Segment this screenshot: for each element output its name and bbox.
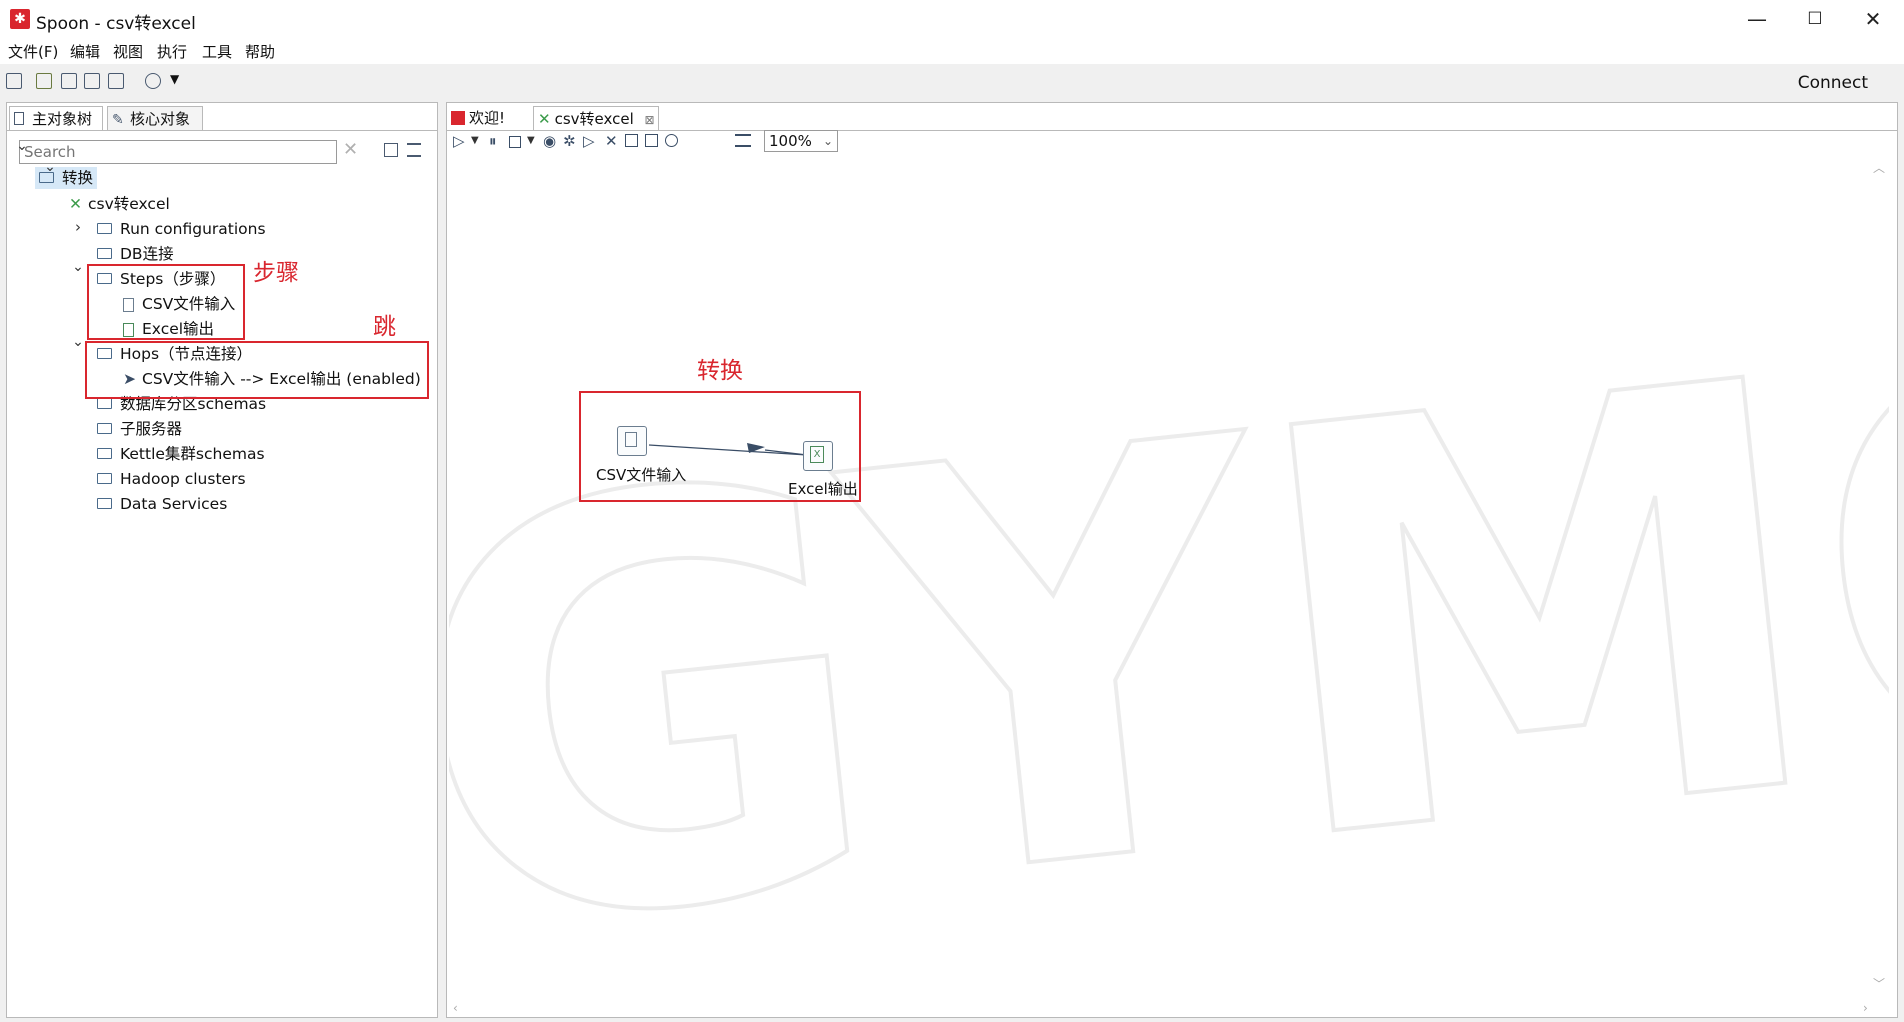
tree-label: 转换: [62, 169, 94, 187]
menu-bar: 文件(F) 编辑 视图 执行 工具 帮助: [0, 38, 1904, 64]
collapse-all-icon[interactable]: [407, 143, 421, 157]
transform-annotation-label: 转换: [697, 358, 743, 384]
steps-annotation-box: [87, 264, 245, 340]
transform-icon: ✕: [69, 195, 82, 213]
search-input[interactable]: [19, 140, 337, 164]
tab-welcome-label: 欢迎!: [469, 109, 506, 127]
expand-all-icon[interactable]: [384, 143, 398, 157]
document-icon: [14, 112, 24, 125]
hop-line-svg: [648, 443, 808, 456]
scroll-right-icon[interactable]: ›: [1863, 1001, 1868, 1015]
scroll-left-icon[interactable]: ‹: [453, 1001, 458, 1015]
tree-item-csv-to-excel[interactable]: ✕ csv转excel: [69, 193, 170, 215]
clear-search-icon[interactable]: ✕: [343, 139, 358, 160]
tab-welcome[interactable]: 欢迎!: [449, 106, 529, 130]
replay-icon[interactable]: ▷: [583, 132, 595, 150]
menu-file[interactable]: 文件(F): [8, 41, 58, 62]
run-icon[interactable]: ▷: [453, 132, 465, 150]
close-tab-icon[interactable]: ⊠: [645, 113, 655, 127]
save-icon[interactable]: [84, 73, 100, 89]
menu-help[interactable]: 帮助: [245, 41, 275, 62]
verify-icon[interactable]: ✕: [605, 132, 618, 150]
tab-core-objects[interactable]: ✎ 核心对象: [107, 106, 203, 130]
connect-button[interactable]: Connect: [1798, 73, 1868, 93]
steps-annotation-label: 步骤: [253, 260, 299, 286]
tab-main-tree[interactable]: 主对象树: [9, 106, 103, 130]
menu-tools[interactable]: 工具: [202, 41, 232, 62]
folder-icon: [97, 423, 112, 434]
explore-repository-icon[interactable]: [61, 73, 77, 89]
chevron-down-icon[interactable]: ⌄: [15, 138, 29, 154]
explore-db-icon[interactable]: [665, 134, 678, 147]
tab-active-label: csv转excel: [554, 110, 634, 128]
tree-item-run-configurations[interactable]: Run configurations: [97, 218, 266, 240]
show-results-icon[interactable]: [735, 134, 751, 147]
scroll-up-icon[interactable]: ︿: [1873, 159, 1885, 176]
spoon-icon: [451, 110, 465, 125]
tree-item-slave-servers[interactable]: 子服务器: [97, 418, 182, 440]
tree-item-cluster-schemas[interactable]: Kettle集群schemas: [97, 443, 265, 465]
new-file-icon[interactable]: [6, 73, 22, 89]
tree-label: Run configurations: [120, 220, 266, 238]
debug-icon[interactable]: ✲: [563, 132, 576, 150]
tab-core-objects-label: 核心对象: [130, 110, 191, 128]
maximize-button[interactable]: ☐: [1786, 0, 1844, 38]
folder-icon: [97, 223, 112, 234]
folder-icon: [97, 448, 112, 459]
scroll-down-icon[interactable]: ﹀: [1873, 975, 1885, 992]
stop-options-chevron-icon[interactable]: ▼: [527, 135, 535, 146]
menu-run[interactable]: 执行: [157, 41, 187, 62]
close-button[interactable]: ✕: [1844, 0, 1902, 38]
minimize-button[interactable]: —: [1728, 0, 1786, 38]
title-bar: ✱ Spoon - csv转excel — ☐ ✕: [0, 0, 1904, 38]
chevron-down-icon[interactable]: ⌄: [43, 159, 57, 175]
folder-icon: [97, 498, 112, 509]
folder-icon: [97, 398, 112, 409]
folder-icon: [97, 248, 112, 259]
save-as-icon[interactable]: [108, 73, 124, 89]
chevron-right-icon[interactable]: ›: [71, 218, 85, 236]
perspective-layers-icon[interactable]: [145, 73, 161, 89]
pencil-icon: ✎: [112, 112, 124, 128]
main-toolbar: ▼ Connect: [0, 64, 1904, 100]
transform-annotation-box: [579, 391, 861, 502]
transformation-canvas[interactable]: GYMG CSV文件输入 X Excel输出 转换 ︿ ﹀: [449, 155, 1889, 1000]
tab-divider: [447, 130, 1897, 131]
tree-label: 子服务器: [120, 420, 183, 438]
chevron-down-icon[interactable]: ⌄: [71, 259, 85, 275]
zoom-select[interactable]: 100% ⌄: [764, 130, 838, 152]
impact-icon[interactable]: [625, 134, 638, 147]
stop-icon[interactable]: [509, 136, 521, 148]
menu-view[interactable]: 视图: [113, 41, 143, 62]
tab-divider: [7, 130, 437, 131]
pause-icon[interactable]: ⏸: [489, 132, 497, 150]
transform-icon: ✕: [538, 110, 551, 128]
zoom-value: 100%: [769, 132, 812, 150]
chevron-down-icon[interactable]: ▼: [170, 72, 179, 86]
hop-annotation-label: 跳: [373, 314, 396, 340]
spoon-app-icon: ✱: [10, 9, 30, 29]
hops-annotation-box: [85, 341, 429, 399]
open-file-icon[interactable]: [36, 73, 52, 89]
tree-item-hadoop-clusters[interactable]: Hadoop clusters: [97, 468, 246, 490]
tree-label: Data Services: [120, 495, 228, 513]
window-title: Spoon - csv转excel: [36, 14, 196, 34]
sql-icon[interactable]: [645, 134, 658, 147]
tree-label: Kettle集群schemas: [120, 445, 265, 463]
right-panel: 欢迎! ✕ csv转excel ⊠ ▷ ▼ ⏸ ▼ ◉ ✲ ▷ ✕ 100% ⌄ …: [446, 102, 1898, 1018]
folder-icon: [97, 473, 112, 484]
menu-edit[interactable]: 编辑: [70, 41, 100, 62]
tree-label: DB连接: [120, 245, 174, 263]
tab-main-tree-label: 主对象树: [32, 110, 93, 128]
preview-icon[interactable]: ◉: [543, 132, 556, 150]
tab-csv-to-excel[interactable]: ✕ csv转excel ⊠: [533, 106, 659, 130]
tree-item-data-services[interactable]: Data Services: [97, 493, 227, 515]
run-options-chevron-icon[interactable]: ▼: [471, 135, 479, 146]
tree-item-db-connections[interactable]: DB连接: [97, 243, 174, 265]
tree-label: Hadoop clusters: [120, 470, 246, 488]
chevron-down-icon[interactable]: ⌄: [71, 334, 85, 350]
chevron-down-icon: ⌄: [822, 134, 833, 148]
tree-label: csv转excel: [88, 195, 170, 213]
left-panel: 主对象树 ✎ 核心对象 ✕ ⌄ 转换 ⌄ ✕ csv转excel › Run co…: [6, 102, 438, 1018]
